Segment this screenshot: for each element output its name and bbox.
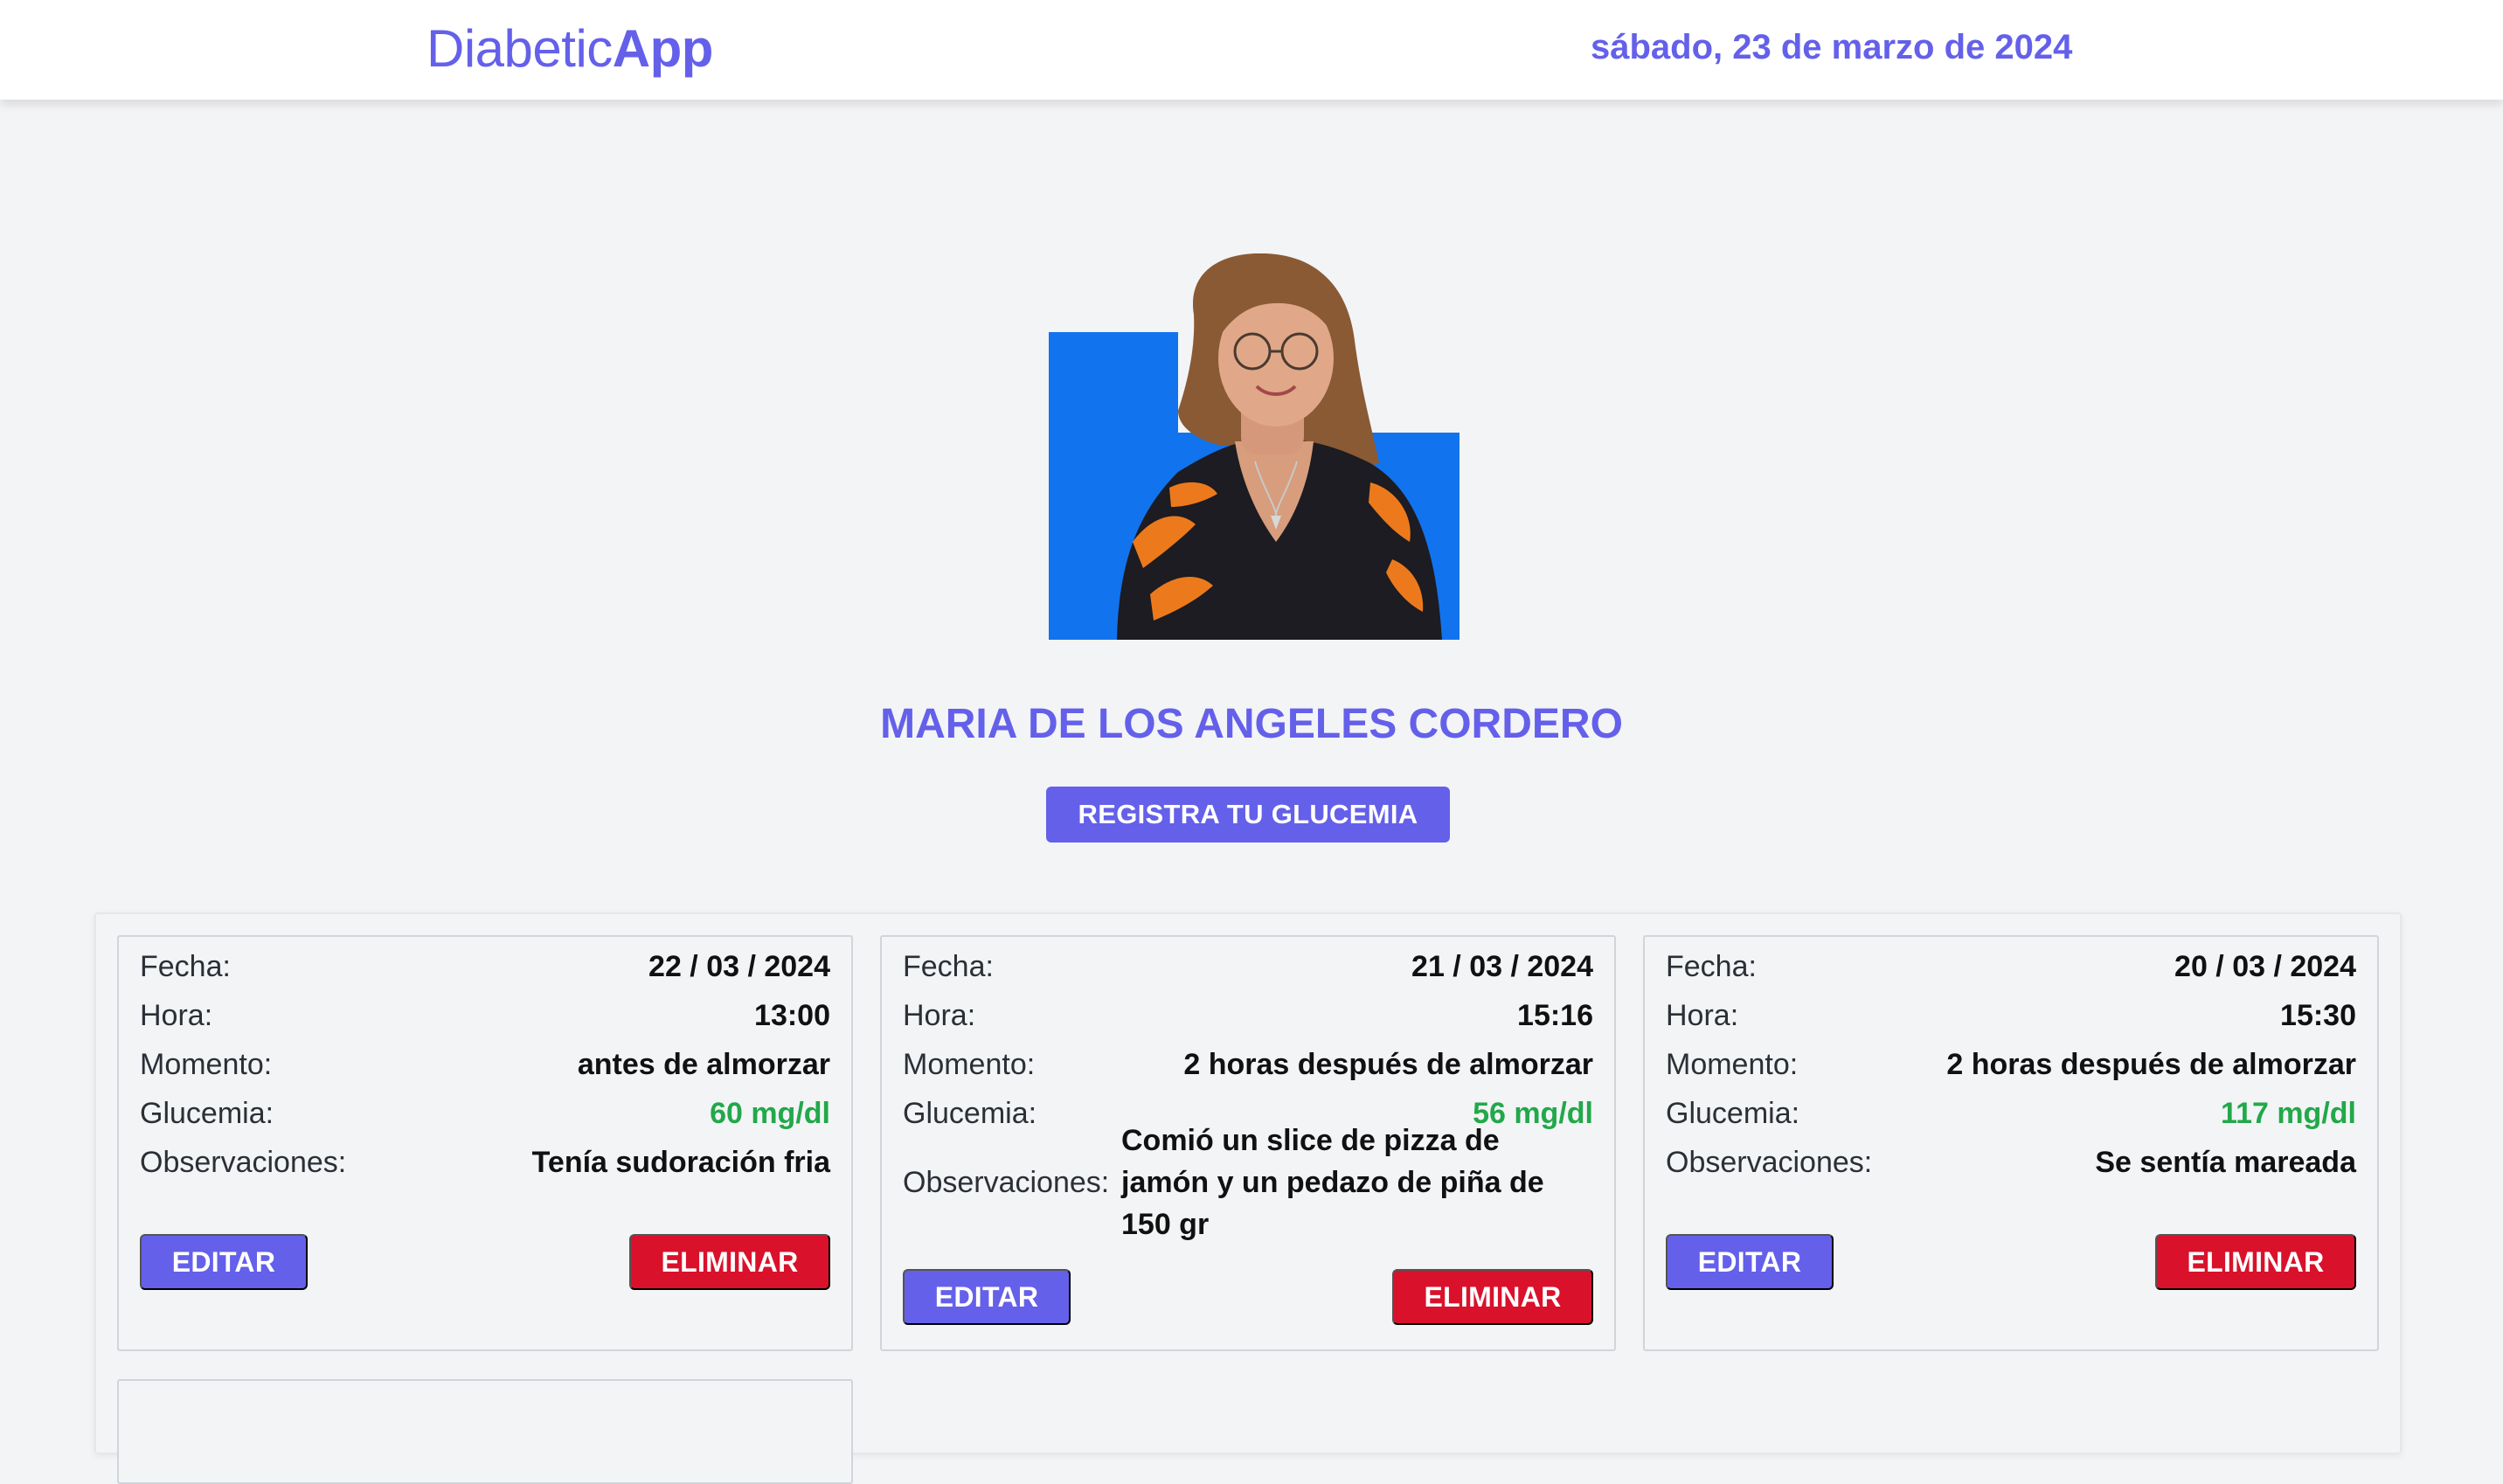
record-glucemia-row: Glucemia: 117 mg/dl <box>1666 1089 2356 1138</box>
record-momento-row: Momento: 2 horas después de almorzar <box>903 1040 1593 1089</box>
record-momento-row: Momento: antes de almorzar <box>140 1040 830 1089</box>
record-hora-row: Hora: 15:30 <box>1666 991 2356 1040</box>
observaciones-value: Comió un slice de pizza de jamón y un pe… <box>1121 1124 1544 1241</box>
edit-record-button[interactable]: EDITAR <box>140 1234 308 1290</box>
hora-value: 13:00 <box>754 998 830 1032</box>
patient-name: MARIA DE LOS ANGELES CORDERO <box>880 701 1623 747</box>
glucemia-label: Glucemia: <box>903 1096 1037 1130</box>
fecha-label: Fecha: <box>1666 949 1757 983</box>
hora-label: Hora: <box>140 998 213 1032</box>
fecha-label: Fecha: <box>903 949 994 983</box>
hora-label: Hora: <box>1666 998 1739 1032</box>
glucemia-value: 117 mg/dl <box>2221 1096 2356 1130</box>
glucose-record-card: Fecha: 20 / 03 / 2024 Hora: 15:30 Moment… <box>1643 935 2379 1351</box>
record-observaciones-row: Observaciones: Tenía sudoración fria <box>140 1138 830 1187</box>
momento-value: 2 horas después de almorzar <box>1183 1047 1593 1081</box>
fecha-value: 22 / 03 / 2024 <box>648 949 830 983</box>
fecha-value: 21 / 03 / 2024 <box>1411 949 1593 983</box>
observaciones-label: Observaciones: <box>140 1145 347 1179</box>
top-navbar: DiabeticApp sábado, 23 de marzo de 2024 <box>0 0 2503 100</box>
fecha-value: 20 / 03 / 2024 <box>2174 949 2356 983</box>
observaciones-value: Se sentía mareada <box>2095 1145 2356 1179</box>
glucose-record-card: Fecha: 21 / 03 / 2024 Hora: 15:16 Moment… <box>880 935 1616 1351</box>
hora-value: 15:30 <box>2280 998 2356 1032</box>
record-observaciones-row: Observaciones: Comió un slice de pizza d… <box>903 1124 1593 1241</box>
patient-photo <box>1047 253 1461 642</box>
glucemia-value: 60 mg/dl <box>710 1096 830 1130</box>
record-momento-row: Momento: 2 horas después de almorzar <box>1666 1040 2356 1089</box>
record-hora-row: Hora: 15:16 <box>903 991 1593 1040</box>
record-fecha-row: Fecha: 20 / 03 / 2024 <box>1666 942 2356 991</box>
delete-record-button[interactable]: ELIMINAR <box>1392 1269 1593 1325</box>
momento-label: Momento: <box>140 1047 273 1081</box>
brand-text: Diabetic <box>426 19 613 78</box>
delete-record-button[interactable]: ELIMINAR <box>2155 1234 2356 1290</box>
observaciones-label: Observaciones: <box>1666 1145 1873 1179</box>
momento-label: Momento: <box>903 1047 1036 1081</box>
observaciones-value: Tenía sudoración fria <box>531 1145 830 1179</box>
record-observaciones-row: Observaciones: Se sentía mareada <box>1666 1138 2356 1187</box>
hora-value: 15:16 <box>1517 998 1593 1032</box>
glucemia-label: Glucemia: <box>1666 1096 1800 1130</box>
record-fecha-row: Fecha: 22 / 03 / 2024 <box>140 942 830 991</box>
delete-record-button[interactable]: ELIMINAR <box>629 1234 830 1290</box>
momento-value: 2 horas después de almorzar <box>1946 1047 2356 1081</box>
edit-record-button[interactable]: EDITAR <box>903 1269 1071 1325</box>
glucose-records-panel: Fecha: 22 / 03 / 2024 Hora: 13:00 Moment… <box>94 912 2402 1484</box>
glucose-record-card <box>117 1379 853 1484</box>
register-glucose-button[interactable]: REGISTRA TU GLUCEMIA <box>1046 787 1450 843</box>
brand-text-bold: App <box>612 19 714 78</box>
record-hora-row: Hora: 13:00 <box>140 991 830 1040</box>
glucemia-label: Glucemia: <box>140 1096 274 1130</box>
record-fecha-row: Fecha: 21 / 03 / 2024 <box>903 942 1593 991</box>
glucose-record-card: Fecha: 22 / 03 / 2024 Hora: 13:00 Moment… <box>117 935 853 1351</box>
observaciones-label: Observaciones: <box>903 1165 1110 1199</box>
momento-label: Momento: <box>1666 1047 1799 1081</box>
edit-record-button[interactable]: EDITAR <box>1666 1234 1834 1290</box>
fecha-label: Fecha: <box>140 949 231 983</box>
app-logo[interactable]: DiabeticApp <box>426 16 713 82</box>
record-glucemia-row: Glucemia: 60 mg/dl <box>140 1089 830 1138</box>
momento-value: antes de almorzar <box>577 1047 830 1081</box>
current-date: sábado, 23 de marzo de 2024 <box>1591 28 2073 66</box>
patient-photo-illustration <box>1049 253 1460 640</box>
hora-label: Hora: <box>903 998 976 1032</box>
